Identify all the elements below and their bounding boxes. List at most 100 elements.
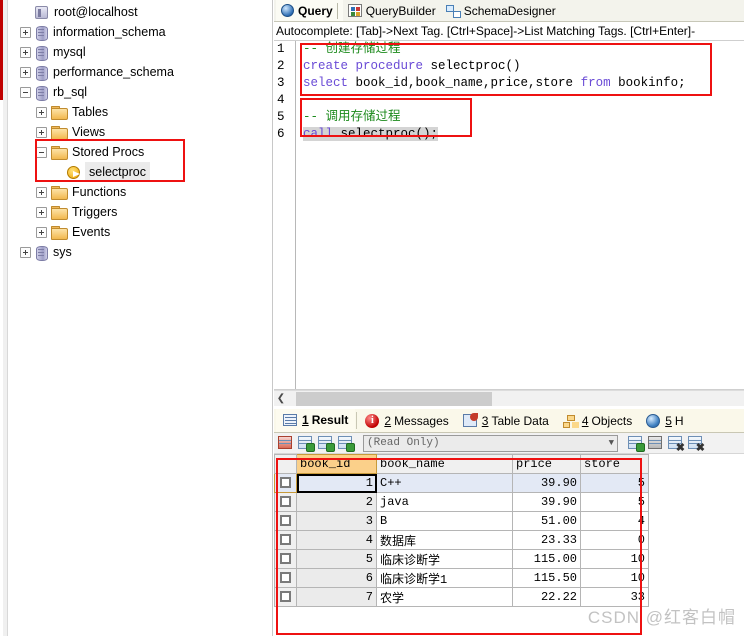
column-header-book-name[interactable]: book_name — [376, 454, 513, 474]
tree-node-information-schema[interactable]: information_schema — [8, 22, 272, 42]
result-data-grid[interactable]: book_id book_name price store 1 C++ 39.90 5… — [274, 454, 744, 614]
cell-store[interactable]: 10 — [580, 568, 649, 588]
cell-store[interactable]: 10 — [580, 549, 649, 569]
editor-horizontal-scrollbar[interactable]: ❮ — [274, 390, 744, 406]
collapse-minus-icon[interactable] — [36, 146, 47, 158]
table-row[interactable]: 2 java 39.90 5 — [274, 492, 649, 512]
row-select-checkbox-cell[interactable] — [274, 587, 297, 607]
tree-node-performance-schema[interactable]: performance_schema — [8, 62, 272, 82]
row-checkbox[interactable] — [280, 515, 291, 527]
cell-book-name[interactable]: java — [376, 492, 513, 512]
table-row[interactable]: 4 数据库 23.33 0 — [274, 530, 649, 550]
result-tab-table-data[interactable]: 3 Table Data — [456, 409, 556, 432]
cell-book-id[interactable]: 6 — [296, 568, 377, 588]
scroll-left-arrow-icon[interactable]: ❮ — [274, 392, 288, 406]
edit-row-icon[interactable] — [317, 435, 335, 452]
tree-node-rb-sql[interactable]: rb_sql — [8, 82, 272, 102]
table-row[interactable]: 3 B 51.00 4 — [274, 511, 649, 531]
refresh-grid-icon[interactable] — [277, 435, 294, 451]
cell-store[interactable]: 4 — [580, 511, 649, 531]
code-line[interactable]: create procedure selectproc() — [303, 58, 744, 75]
tree-node-stored-procs[interactable]: Stored Procs — [8, 142, 272, 162]
cell-book-name[interactable]: B — [376, 511, 513, 531]
save-record-icon[interactable] — [647, 435, 664, 451]
cell-price[interactable]: 51.00 — [512, 511, 581, 531]
cell-store[interactable]: 0 — [580, 530, 649, 550]
tree-node-events[interactable]: Events — [8, 222, 272, 242]
tree-node-functions[interactable]: Functions — [8, 182, 272, 202]
delete-record-icon[interactable]: ✖ — [667, 435, 685, 454]
tree-node-root[interactable]: root@localhost — [8, 2, 272, 22]
cell-book-name[interactable]: 数据库 — [376, 530, 513, 550]
cell-book-id[interactable]: 2 — [296, 492, 377, 512]
tab-query[interactable]: Query — [276, 0, 343, 21]
expand-plus-icon[interactable] — [20, 66, 31, 78]
table-row[interactable]: 6 临床诊断学1 115.50 10 — [274, 568, 649, 588]
cell-price[interactable]: 39.90 — [512, 492, 581, 512]
cell-book-name[interactable]: 临床诊断学 — [376, 549, 513, 569]
grid-toolbar[interactable]: (Read Only) ▼ ✖ ✖ — [274, 433, 744, 454]
expand-plus-icon[interactable] — [36, 226, 47, 238]
result-tab-h[interactable]: 5H — [639, 409, 690, 432]
expand-plus-icon[interactable] — [36, 206, 47, 218]
cell-book-id[interactable]: 7 — [296, 587, 377, 607]
code-line[interactable]: call selectproc(); — [303, 126, 744, 143]
row-select-header[interactable] — [274, 454, 297, 474]
table-row[interactable]: 5 临床诊断学 115.00 10 — [274, 549, 649, 569]
column-header-book-id[interactable]: book_id — [296, 454, 377, 474]
cell-book-name[interactable]: 农学 — [376, 587, 513, 607]
duplicate-row-icon[interactable] — [337, 435, 355, 452]
column-header-store[interactable]: store — [580, 454, 649, 474]
code-line[interactable] — [303, 92, 744, 109]
tree-node-triggers[interactable]: Triggers — [8, 202, 272, 222]
code-line[interactable]: -- 调用存储过程 — [303, 109, 744, 126]
tab-querybuilder[interactable]: QueryBuilder — [343, 0, 441, 21]
result-tab-strip[interactable]: 1 Result i 2 Messages 3 Table Data 4 Objects 5 H — [274, 409, 744, 433]
cell-price[interactable]: 115.00 — [512, 549, 581, 569]
result-tab-messages[interactable]: i 2 Messages — [358, 409, 455, 432]
row-checkbox[interactable] — [280, 496, 291, 508]
row-checkbox[interactable] — [280, 591, 291, 603]
clear-filter-icon[interactable]: ✖ — [687, 435, 705, 454]
row-select-checkbox-cell[interactable] — [274, 530, 297, 550]
sql-editor[interactable]: 1 2 3 4 5 6 -- 创建存储过程 create procedure selectp… — [274, 40, 744, 390]
table-row[interactable]: 1 C++ 39.90 5 — [274, 473, 649, 493]
cell-book-id[interactable]: 5 — [296, 549, 377, 569]
row-checkbox[interactable] — [280, 553, 291, 565]
cell-store[interactable]: 5 — [580, 473, 649, 493]
cell-price[interactable]: 115.50 — [512, 568, 581, 588]
expand-plus-icon[interactable] — [20, 46, 31, 58]
row-select-checkbox-cell[interactable] — [274, 473, 297, 493]
object-tree-panel[interactable]: root@localhost information_schema mysql pe… — [8, 0, 273, 636]
grid-mode-select[interactable]: (Read Only) ▼ — [363, 434, 618, 452]
code-line[interactable]: -- 创建存储过程 — [303, 41, 744, 58]
row-checkbox[interactable] — [280, 572, 291, 584]
cell-book-id[interactable]: 4 — [296, 530, 377, 550]
tree-node-sys[interactable]: sys — [8, 242, 272, 262]
cell-store[interactable]: 33 — [580, 587, 649, 607]
cell-price[interactable]: 23.33 — [512, 530, 581, 550]
expand-plus-icon[interactable] — [36, 106, 47, 118]
cell-book-id[interactable]: 3 — [296, 511, 377, 531]
code-line[interactable]: select book_id,book_name,price,store fro… — [303, 75, 744, 92]
row-checkbox[interactable] — [280, 534, 291, 546]
expand-plus-icon[interactable] — [20, 246, 31, 258]
row-checkbox[interactable] — [280, 477, 291, 489]
cell-book-id[interactable]: 1 — [296, 473, 377, 493]
row-select-checkbox-cell[interactable] — [274, 568, 297, 588]
tree-node-views[interactable]: Views — [8, 122, 272, 142]
expand-plus-icon[interactable] — [36, 186, 47, 198]
result-table[interactable]: book_id book_name price store 1 C++ 39.90 5… — [274, 454, 649, 607]
scrollbar-thumb[interactable] — [296, 392, 492, 406]
insert-row-icon[interactable] — [297, 435, 315, 452]
table-row[interactable]: 7 农学 22.22 33 — [274, 587, 649, 607]
editor-tab-strip[interactable]: Query QueryBuilder SchemaDesigner — [274, 0, 744, 22]
tree-node-selectproc[interactable]: selectproc — [8, 162, 272, 182]
row-select-checkbox-cell[interactable] — [274, 549, 297, 569]
cell-book-name[interactable]: 临床诊断学1 — [376, 568, 513, 588]
row-select-checkbox-cell[interactable] — [274, 511, 297, 531]
tab-schemadesigner[interactable]: SchemaDesigner — [441, 0, 561, 21]
add-record-icon[interactable] — [627, 435, 645, 452]
expand-plus-icon[interactable] — [36, 126, 47, 138]
expand-plus-icon[interactable] — [20, 26, 31, 38]
